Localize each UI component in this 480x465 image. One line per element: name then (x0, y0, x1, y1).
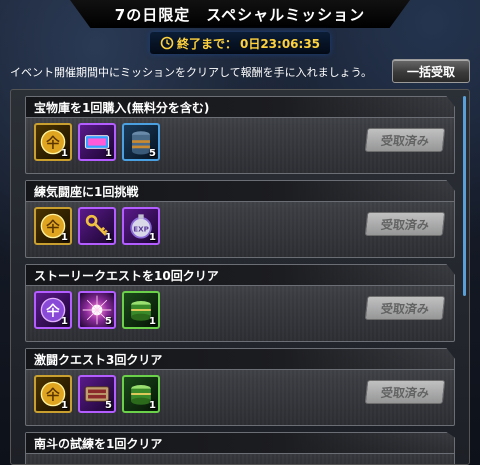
drum-icon[interactable]: 1 (122, 291, 160, 329)
title-bar: 7の日限定 スペシャルミッション (70, 0, 410, 28)
sparkle-orb-icon[interactable]: 5 (78, 291, 116, 329)
reward-list: 仐 1 1 5 (34, 123, 160, 161)
ticket-icon[interactable]: 1 (78, 123, 116, 161)
bulk-claim-button[interactable]: 一括受取 (392, 59, 470, 83)
claimed-badge: 受取済み (364, 296, 446, 320)
mission-item: 練気闘座に1回挑戦 仐 1 1 EXP 1 受取済み (25, 180, 455, 258)
reward-list: 仐 1 5 1 (34, 291, 160, 329)
mission-title: ストーリークエストを10回クリア (34, 268, 219, 283)
svg-text:仐: 仐 (46, 386, 60, 403)
clock-icon (160, 36, 174, 50)
mission-list[interactable]: 宝物庫を1回購入(無料分を含む) 仐 1 1 5 受取済み 練気闘座に1回挑戦 … (10, 89, 470, 465)
claimed-badge: 受取済み (364, 128, 446, 152)
barrel-icon[interactable]: 5 (122, 123, 160, 161)
page-title: 7の日限定 スペシャルミッション (114, 5, 366, 24)
game-screen: 7の日限定 スペシャルミッション 終了まで： 0日23:06:35 イベント開催… (0, 0, 480, 465)
scrollbar[interactable] (463, 96, 466, 296)
svg-text:EXP: EXP (133, 224, 149, 233)
mission-title: 宝物庫を1回購入(無料分を含む) (34, 100, 210, 115)
reward-list: 仐 1 5 1 (34, 375, 160, 413)
gold-medal-icon[interactable]: 仐 1 (34, 123, 72, 161)
timer-value: 0日23:06:35 (239, 36, 321, 51)
mission-item: 激闘クエスト3回クリア 仐 1 5 1 受取済み (25, 348, 455, 426)
mission-title: 練気闘座に1回挑戦 (34, 184, 139, 199)
mission-item: ストーリークエストを10回クリア 仐 1 5 1 受取済み (25, 264, 455, 342)
svg-text:仐: 仐 (46, 218, 60, 235)
claimed-badge: 受取済み (364, 380, 446, 404)
mission-title: 激闘クエスト3回クリア (34, 352, 163, 367)
exp-pocket-watch-icon[interactable]: EXP 1 (122, 207, 160, 245)
mission-title: 南斗の試練を1回クリア (34, 436, 163, 451)
svg-text:仐: 仐 (46, 302, 60, 319)
mission-item: 宝物庫を1回購入(無料分を含む) 仐 1 1 5 受取済み (25, 96, 455, 174)
claimed-badge: 受取済み (364, 212, 446, 236)
mission-item: 南斗の試練を1回クリア (25, 432, 455, 464)
gold-medal-icon[interactable]: 仐 1 (34, 207, 72, 245)
info-row: イベント開催期間中にミッションをクリアして報酬を手に入れましょう。 一括受取 (10, 59, 470, 85)
bar-ticket-icon[interactable]: 5 (78, 375, 116, 413)
svg-text:仐: 仐 (46, 134, 60, 151)
countdown-timer: 終了まで： 0日23:06:35 (150, 32, 330, 54)
info-text: イベント開催期間中にミッションをクリアして報酬を手に入れましょう。 (10, 66, 373, 79)
timer-label: 終了まで： (176, 36, 237, 51)
key-icon[interactable]: 1 (78, 207, 116, 245)
reward-list: 仐 1 1 EXP 1 (34, 207, 160, 245)
purple-medal-icon[interactable]: 仐 1 (34, 291, 72, 329)
gold-medal-icon[interactable]: 仐 1 (34, 375, 72, 413)
drum-icon[interactable]: 1 (122, 375, 160, 413)
